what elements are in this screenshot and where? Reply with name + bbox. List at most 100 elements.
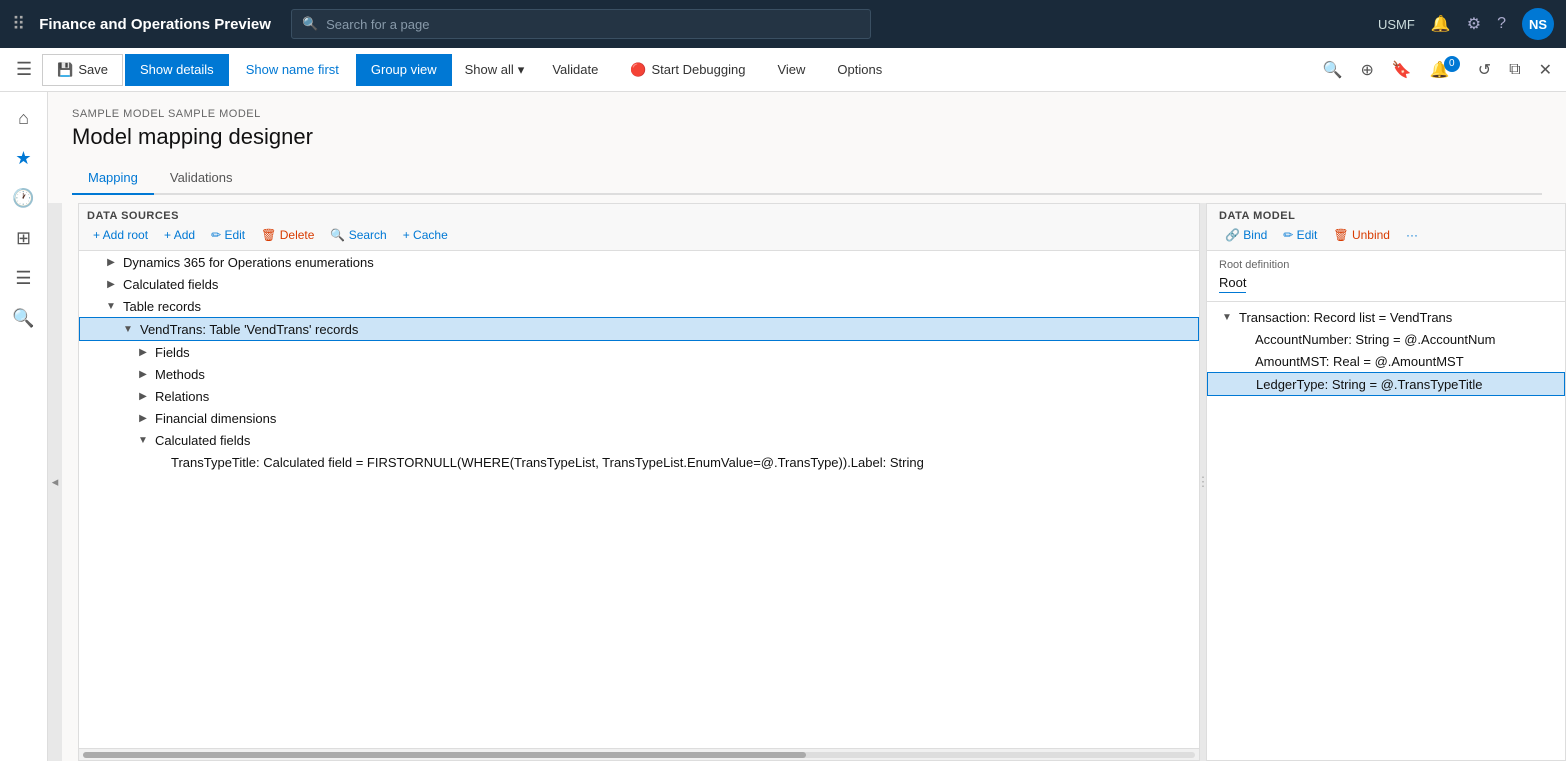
add-root-button[interactable]: + Add root	[87, 226, 154, 244]
tree-item[interactable]: ▶ Relations	[79, 385, 1199, 407]
add-button[interactable]: + Add	[158, 226, 201, 244]
bookmark-icon[interactable]: 🔖	[1386, 56, 1418, 84]
view-button[interactable]: View	[762, 54, 820, 86]
delete-button[interactable]: 🗑 Delete	[255, 226, 320, 244]
expand-icon[interactable]: ▶	[103, 276, 119, 292]
unbind-button[interactable]: 🗑 Unbind	[1327, 226, 1396, 244]
search-button[interactable]: 🔍 Search	[324, 226, 392, 244]
tab-mapping[interactable]: Mapping	[72, 162, 154, 195]
gear-icon[interactable]: ⚙	[1467, 14, 1481, 34]
scroll-thumb[interactable]	[83, 752, 806, 758]
hamburger-menu[interactable]: ☰	[8, 55, 40, 84]
tree-item[interactable]: ▼ Calculated fields	[79, 429, 1199, 451]
left-collapse-handle[interactable]: ◂	[48, 203, 62, 761]
data-sources-title: DATA SOURCES	[87, 210, 1191, 222]
data-sources-panel: DATA SOURCES + Add root + Add ✏ Edit 🗑 D…	[78, 203, 1200, 761]
app-title: Finance and Operations Preview	[39, 16, 271, 33]
sidebar-home[interactable]: ⌂	[6, 100, 42, 136]
tabs: Mapping Validations	[72, 162, 1542, 195]
edit-dm-button[interactable]: ✏ Edit	[1277, 226, 1323, 244]
open-new-window-button[interactable]: ⧉	[1503, 57, 1526, 83]
spacer	[151, 454, 167, 470]
search-toolbar-button[interactable]: 🔍	[1317, 56, 1349, 84]
group-view-button[interactable]: Group view	[356, 54, 452, 86]
tree-item[interactable]: ▼ Table records	[79, 295, 1199, 317]
top-nav-right: USMF 🔔 ⚙ ? NS	[1378, 8, 1554, 40]
refresh-button[interactable]: ↺	[1472, 56, 1497, 84]
toolbar-right: 🔍 ⊕ 🔖 🔔0 ↺ ⧉ ✕	[1317, 56, 1558, 84]
top-nav: ⠿ Finance and Operations Preview 🔍 USMF …	[0, 0, 1566, 48]
sidebar-recent[interactable]: 🕐	[6, 180, 42, 216]
data-model-toolbar: 🔗 Bind ✏ Edit 🗑 Unbind ···	[1219, 226, 1553, 244]
main-content: SAMPLE MODEL SAMPLE MODEL Model mapping …	[48, 92, 1566, 761]
more-button[interactable]: ···	[1400, 226, 1424, 244]
root-def-value: Root	[1219, 275, 1246, 293]
panel-area: ◂ DATA SOURCES + Add root + Add ✏ Edit 🗑…	[48, 203, 1566, 761]
spacer	[1235, 353, 1251, 369]
search-input[interactable]	[326, 17, 860, 32]
expand-icon[interactable]: ▼	[120, 321, 136, 337]
search-bar[interactable]: 🔍	[291, 9, 871, 39]
breadcrumb: SAMPLE MODEL SAMPLE MODEL	[72, 108, 1542, 120]
data-sources-tree: ▶ Dynamics 365 for Operations enumeratio…	[79, 251, 1199, 748]
edit-button[interactable]: ✏ Edit	[205, 226, 251, 244]
expand-icon[interactable]: ▼	[135, 432, 151, 448]
options-button[interactable]: Options	[822, 54, 897, 86]
dm-tree-item-accountnumber[interactable]: AccountNumber: String = @.AccountNum	[1207, 328, 1565, 350]
tree-item-transtypetitle[interactable]: TransTypeTitle: Calculated field = FIRST…	[79, 451, 1199, 473]
page-header: SAMPLE MODEL SAMPLE MODEL Model mapping …	[48, 92, 1566, 162]
show-name-first-button[interactable]: Show name first	[231, 54, 354, 86]
chevron-down-icon: ▾	[518, 62, 525, 78]
tree-item-vendtrans[interactable]: ▼ VendTrans: Table 'VendTrans' records	[79, 317, 1199, 341]
validate-button[interactable]: Validate	[537, 54, 613, 86]
show-details-button[interactable]: Show details	[125, 54, 229, 86]
data-model-header: DATA MODEL 🔗 Bind ✏ Edit 🗑 Unbind ···	[1207, 204, 1565, 251]
tree-item[interactable]: ▶ Financial dimensions	[79, 407, 1199, 429]
expand-icon[interactable]: ▼	[103, 298, 119, 314]
help-icon[interactable]: ?	[1497, 15, 1506, 33]
dm-tree-item-amountmst[interactable]: AmountMST: Real = @.AmountMST	[1207, 350, 1565, 372]
personalize-icon[interactable]: ⊕	[1355, 56, 1380, 84]
sidebar-workspaces[interactable]: ⊞	[6, 220, 42, 256]
cache-button[interactable]: + Cache	[397, 226, 454, 244]
data-model-title: DATA MODEL	[1219, 210, 1553, 222]
tab-validations[interactable]: Validations	[154, 162, 249, 195]
expand-icon[interactable]: ▶	[135, 344, 151, 360]
expand-icon[interactable]: ▼	[1219, 309, 1235, 325]
save-icon: 💾	[57, 62, 73, 78]
start-debugging-button[interactable]: 🔴 Start Debugging	[615, 54, 760, 86]
scroll-track[interactable]	[83, 752, 1195, 758]
root-def-label: Root definition	[1219, 259, 1553, 271]
org-label: USMF	[1378, 17, 1415, 32]
expand-icon[interactable]: ▶	[135, 366, 151, 382]
spacer	[1236, 376, 1252, 392]
data-model-tree: ▼ Transaction: Record list = VendTrans A…	[1207, 302, 1565, 760]
save-button[interactable]: 💾 Save	[42, 54, 123, 86]
bind-button[interactable]: 🔗 Bind	[1219, 226, 1273, 244]
close-button[interactable]: ✕	[1533, 56, 1558, 84]
expand-icon[interactable]: ▶	[135, 410, 151, 426]
avatar[interactable]: NS	[1522, 8, 1554, 40]
toolbar: ☰ 💾 Save Show details Show name first Gr…	[0, 48, 1566, 92]
tree-item[interactable]: ▶ Calculated fields	[79, 273, 1199, 295]
expand-icon[interactable]: ▶	[135, 388, 151, 404]
sidebar-favorites[interactable]: ★	[6, 140, 42, 176]
bottom-scrollbar[interactable]	[79, 748, 1199, 760]
tree-item[interactable]: ▶ Dynamics 365 for Operations enumeratio…	[79, 251, 1199, 273]
data-model-panel: DATA MODEL 🔗 Bind ✏ Edit 🗑 Unbind ··· Ro…	[1206, 203, 1566, 761]
app-grid-icon[interactable]: ⠿	[12, 14, 25, 35]
dm-tree-item-transaction[interactable]: ▼ Transaction: Record list = VendTrans	[1207, 306, 1565, 328]
data-sources-header: DATA SOURCES + Add root + Add ✏ Edit 🗑 D…	[79, 204, 1199, 251]
tree-item[interactable]: ▶ Fields	[79, 341, 1199, 363]
show-all-button[interactable]: Show all ▾	[454, 54, 536, 86]
sidebar-modules[interactable]: ☰	[6, 260, 42, 296]
sidebar-filter[interactable]: 🔍	[6, 300, 42, 336]
tree-item[interactable]: ▶ Methods	[79, 363, 1199, 385]
spacer	[1235, 331, 1251, 347]
notification-count-button[interactable]: 🔔0	[1424, 56, 1466, 84]
content-wrapper: ⌂ ★ 🕐 ⊞ ☰ 🔍 SAMPLE MODEL SAMPLE MODEL Mo…	[0, 92, 1566, 761]
data-sources-toolbar: + Add root + Add ✏ Edit 🗑 Delete 🔍 Searc…	[87, 226, 1191, 244]
dm-tree-item-ledgertype[interactable]: LedgerType: String = @.TransTypeTitle	[1207, 372, 1565, 396]
expand-icon[interactable]: ▶	[103, 254, 119, 270]
bell-icon[interactable]: 🔔	[1431, 14, 1451, 34]
